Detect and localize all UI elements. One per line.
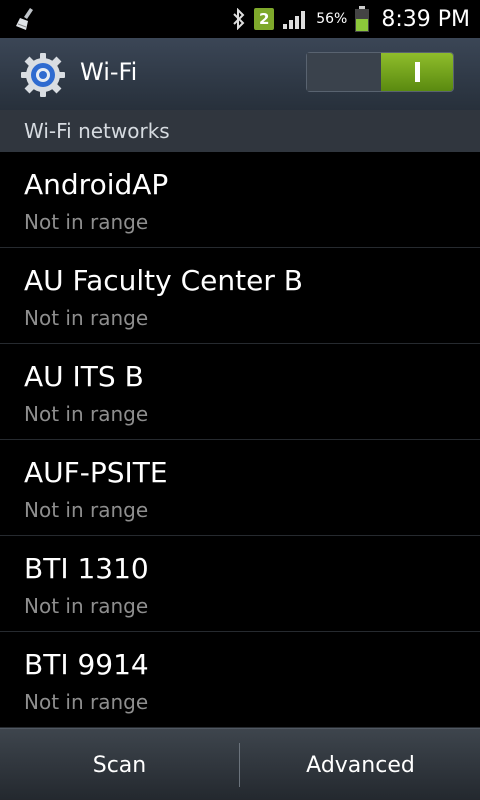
broom-icon [14,6,40,32]
clock: 8:39 PM [381,6,470,32]
section-header: Wi-Fi networks [0,110,480,152]
network-item[interactable]: AU Faculty Center B Not in range [0,248,480,344]
status-bar: 2 56% 8:39 PM [0,0,480,38]
network-item[interactable]: AUF-PSITE Not in range [0,440,480,536]
scan-button[interactable]: Scan [0,729,239,800]
toggle-on-indicator [414,62,420,82]
settings-gear-icon [20,52,66,98]
network-status: Not in range [24,210,149,234]
network-item[interactable]: AU ITS B Not in range [0,344,480,440]
network-name: BTI 1310 [24,552,149,585]
battery-percent: 56% [316,11,348,27]
network-name: AUF-PSITE [24,456,168,489]
bluetooth-icon [232,8,246,30]
network-status: Not in range [24,594,149,618]
signal-icon [282,8,308,30]
wifi-header: Wi-Fi [0,38,480,111]
network-status: Not in range [24,690,149,714]
network-status: Not in range [24,306,149,330]
network-name: AndroidAP [24,168,169,201]
button-divider [239,743,240,787]
page-title: Wi-Fi [80,58,138,86]
battery-icon [355,6,370,32]
network-name: AU Faculty Center B [24,264,303,297]
network-item[interactable]: BTI 1310 Not in range [0,536,480,632]
wifi-toggle[interactable] [306,52,454,92]
advanced-button[interactable]: Advanced [241,729,480,800]
bottom-action-bar: Scan Advanced [0,728,480,800]
network-status: Not in range [24,498,149,522]
network-list: AndroidAP Not in range AU Faculty Center… [0,152,480,728]
network-item[interactable]: AndroidAP Not in range [0,152,480,248]
network-name: BTI 9914 [24,648,149,681]
toggle-off-segment [307,53,381,91]
network-name: AU ITS B [24,360,144,393]
toggle-on-segment [381,53,453,91]
screen: 2 56% 8:39 PM Wi-Fi Wi-Fi networks Andro… [0,0,480,800]
section-label: Wi-Fi networks [24,119,170,143]
network-item[interactable]: BTI 9914 Not in range [0,632,480,728]
network-status: Not in range [24,402,149,426]
notification-badge: 2 [254,8,275,30]
